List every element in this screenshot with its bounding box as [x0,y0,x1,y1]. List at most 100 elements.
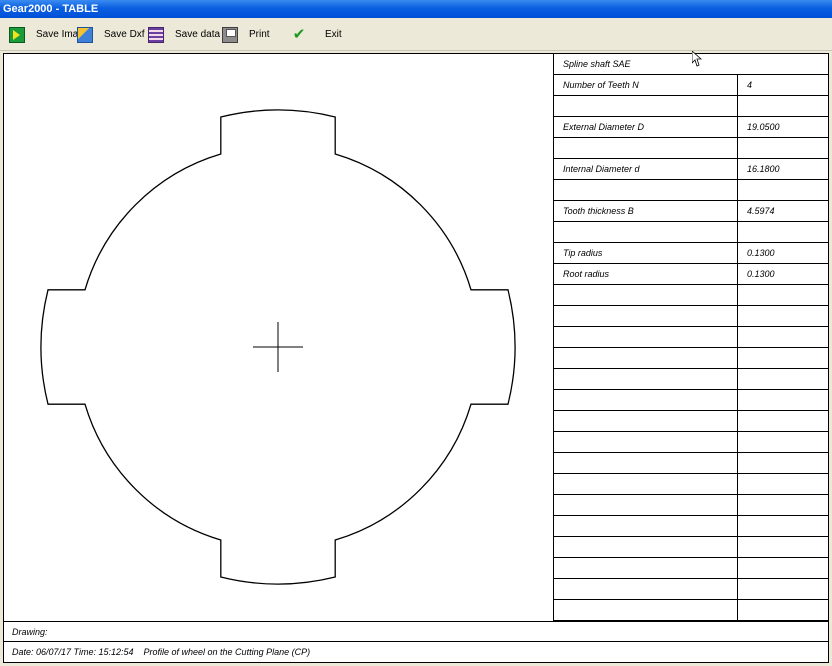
table-row-value: 0.1300 [747,248,775,258]
table-row-label [554,600,738,620]
title-bar: Gear2000 - TABLE [0,0,832,18]
table-row [554,579,829,600]
exit-button[interactable]: ✔ Exit [291,24,342,46]
table-row-label: External Diameter D [554,117,738,137]
table-row-value [738,222,829,242]
table-row-value: 0.1300 [747,269,775,279]
save-data-label: Save data [175,29,221,40]
table-row-label [554,96,738,116]
table-row-value [738,138,829,158]
save-dxf-button[interactable]: Save Dxf [77,24,145,46]
table-row-value: 4.5974 [747,206,775,216]
table-row-label [554,432,738,452]
table-row [554,369,829,390]
table-row-label [554,369,738,389]
table-row-label [554,516,738,536]
table-row [554,474,829,495]
table-row-value [738,579,829,599]
table-row-label [554,537,738,557]
print-label: Print [249,29,270,40]
save-image-icon [9,27,25,43]
table-row-label [554,495,738,515]
save-data-button[interactable]: Save data [148,24,220,46]
table-row-label: Root radius [554,264,738,284]
table-row: Internal Diameter d 16.1800 [554,159,829,180]
table-row: Tip radius 0.1300 [554,243,829,264]
table-row-value: 4 [747,80,753,90]
table-row [554,306,829,327]
table-row-label [554,348,738,368]
table-row [554,138,829,159]
table-row-value [738,96,829,116]
table-row-label: Number of Teeth N [554,75,738,95]
table-row [554,600,829,621]
checkmark-icon: ✔ [292,26,306,43]
table-row: Root radius 0.1300 [554,264,829,285]
table-row-value [738,306,829,326]
table-row-value [738,327,829,347]
table-row-value [738,558,829,578]
table-row-label [554,411,738,431]
table-row-label [554,390,738,410]
table-row: External Diameter D 19.0500 [554,117,829,138]
table-row-label: Internal Diameter d [554,159,738,179]
table-row [554,516,829,537]
save-data-icon [148,27,164,43]
date-time-line: Date: 06/07/17 Time: 15:12:54 Profile of… [12,647,311,657]
drawing-caption: Drawing: [4,621,828,642]
table-row [554,180,829,201]
table-row: Tooth thickness B 4.5974 [554,201,829,222]
table-row-value [738,453,829,473]
table-row-value: 19.0500 [747,122,780,132]
table-row-label [554,474,738,494]
mouse-cursor-icon [692,51,702,67]
table-row-label: Tooth thickness B [554,201,738,221]
table-row-label [554,306,738,326]
drawing-area [4,54,553,621]
table-row [554,537,829,558]
table-row-label [554,138,738,158]
table-row [554,432,829,453]
table-row [554,285,829,306]
table-row: Number of Teeth N 4 [554,75,829,96]
table-row-label [554,222,738,242]
table-row-label [554,180,738,200]
table-row-label [554,558,738,578]
table-row-value [738,516,829,536]
table-row-value [738,537,829,557]
table-row-label: Tip radius [554,243,738,263]
table-row-value [738,432,829,452]
toolbar: Save Image Save Dxf Save data Print ✔ Ex… [0,18,832,51]
table-row-label [554,285,738,305]
table-row-label [554,579,738,599]
table-row [554,348,829,369]
table-row-value [738,600,829,620]
parameter-table: Spline shaft SAE Number of Teeth N 4 Exter… [553,54,829,621]
exit-label: Exit [325,29,342,40]
table-row [554,222,829,243]
save-dxf-icon [77,27,93,43]
table-row-value [738,495,829,515]
printer-icon [222,27,238,43]
print-button[interactable]: Print [222,24,270,46]
table-row [554,495,829,516]
window-title: Gear2000 - TABLE [3,3,99,15]
table-row-value [738,285,829,305]
save-dxf-label: Save Dxf [104,29,145,40]
workspace: Spline shaft SAE Number of Teeth N 4 Exter… [3,53,829,663]
table-row-value [738,348,829,368]
table-row-value [738,180,829,200]
table-row-value [738,411,829,431]
table-row-value: 16.1800 [747,164,780,174]
table-row [554,453,829,474]
table-row-value [738,474,829,494]
table-row [554,96,829,117]
table-row [554,327,829,348]
table-row-value [738,369,829,389]
spline-profile-svg [40,109,516,585]
table-row [554,390,829,411]
table-row-label [554,453,738,473]
table-row-value [738,390,829,410]
table-row [554,411,829,432]
table-row [554,558,829,579]
